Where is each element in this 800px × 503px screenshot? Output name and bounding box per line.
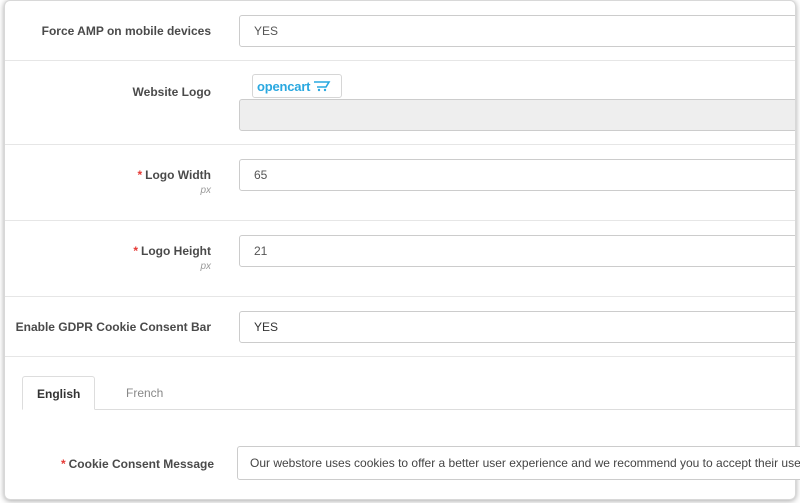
- logo-width-label-text: Logo Width: [145, 168, 211, 182]
- cookie-message-label-text: Cookie Consent Message: [68, 457, 214, 471]
- website-logo-input[interactable]: [239, 99, 795, 131]
- tab-english[interactable]: English: [22, 376, 96, 410]
- logo-width-value: 65: [254, 168, 268, 182]
- logo-height-row: * Logo Height px 21: [5, 221, 795, 297]
- cookie-message-textarea[interactable]: Our webstore uses cookies to offer a bet…: [237, 446, 800, 480]
- gdpr-select[interactable]: YES: [239, 311, 795, 343]
- required-marker: *: [60, 457, 66, 471]
- logo-height-unit: px: [200, 261, 211, 272]
- required-marker: *: [133, 244, 139, 258]
- logo-width-input[interactable]: 65: [239, 159, 795, 191]
- cookie-message-label: * Cookie Consent Message: [61, 457, 214, 471]
- opencart-logo: opencart: [257, 78, 311, 94]
- force-amp-label: Force AMP on mobile devices: [41, 24, 211, 38]
- gdpr-label: Enable GDPR Cookie Consent Bar: [15, 320, 211, 334]
- language-tabs: English French: [22, 376, 795, 410]
- logo-width-label: * Logo Width: [137, 168, 211, 182]
- required-marker: *: [137, 168, 143, 182]
- force-amp-select[interactable]: YES: [239, 15, 795, 47]
- force-amp-value: YES: [254, 24, 279, 38]
- logo-width-unit: px: [200, 185, 211, 196]
- logo-height-label: * Logo Height: [133, 244, 211, 258]
- logo-height-value: 21: [254, 244, 268, 258]
- tab-french[interactable]: French: [112, 376, 177, 410]
- gdpr-row: Enable GDPR Cookie Consent Bar YES: [5, 297, 795, 357]
- logo-height-label-text: Logo Height: [141, 244, 211, 258]
- gdpr-value: YES: [254, 320, 279, 334]
- logo-width-row: * Logo Width px 65: [5, 145, 795, 221]
- website-logo-preview[interactable]: opencart: [252, 74, 342, 98]
- force-amp-row: Force AMP on mobile devices YES: [5, 1, 795, 61]
- settings-form-panel: Force AMP on mobile devices YES Website …: [4, 0, 796, 500]
- logo-height-input[interactable]: 21: [239, 235, 795, 267]
- cart-icon: [314, 81, 331, 92]
- website-logo-label: Website Logo: [132, 85, 211, 99]
- cookie-message-value: Our webstore uses cookies to offer a bet…: [250, 456, 800, 470]
